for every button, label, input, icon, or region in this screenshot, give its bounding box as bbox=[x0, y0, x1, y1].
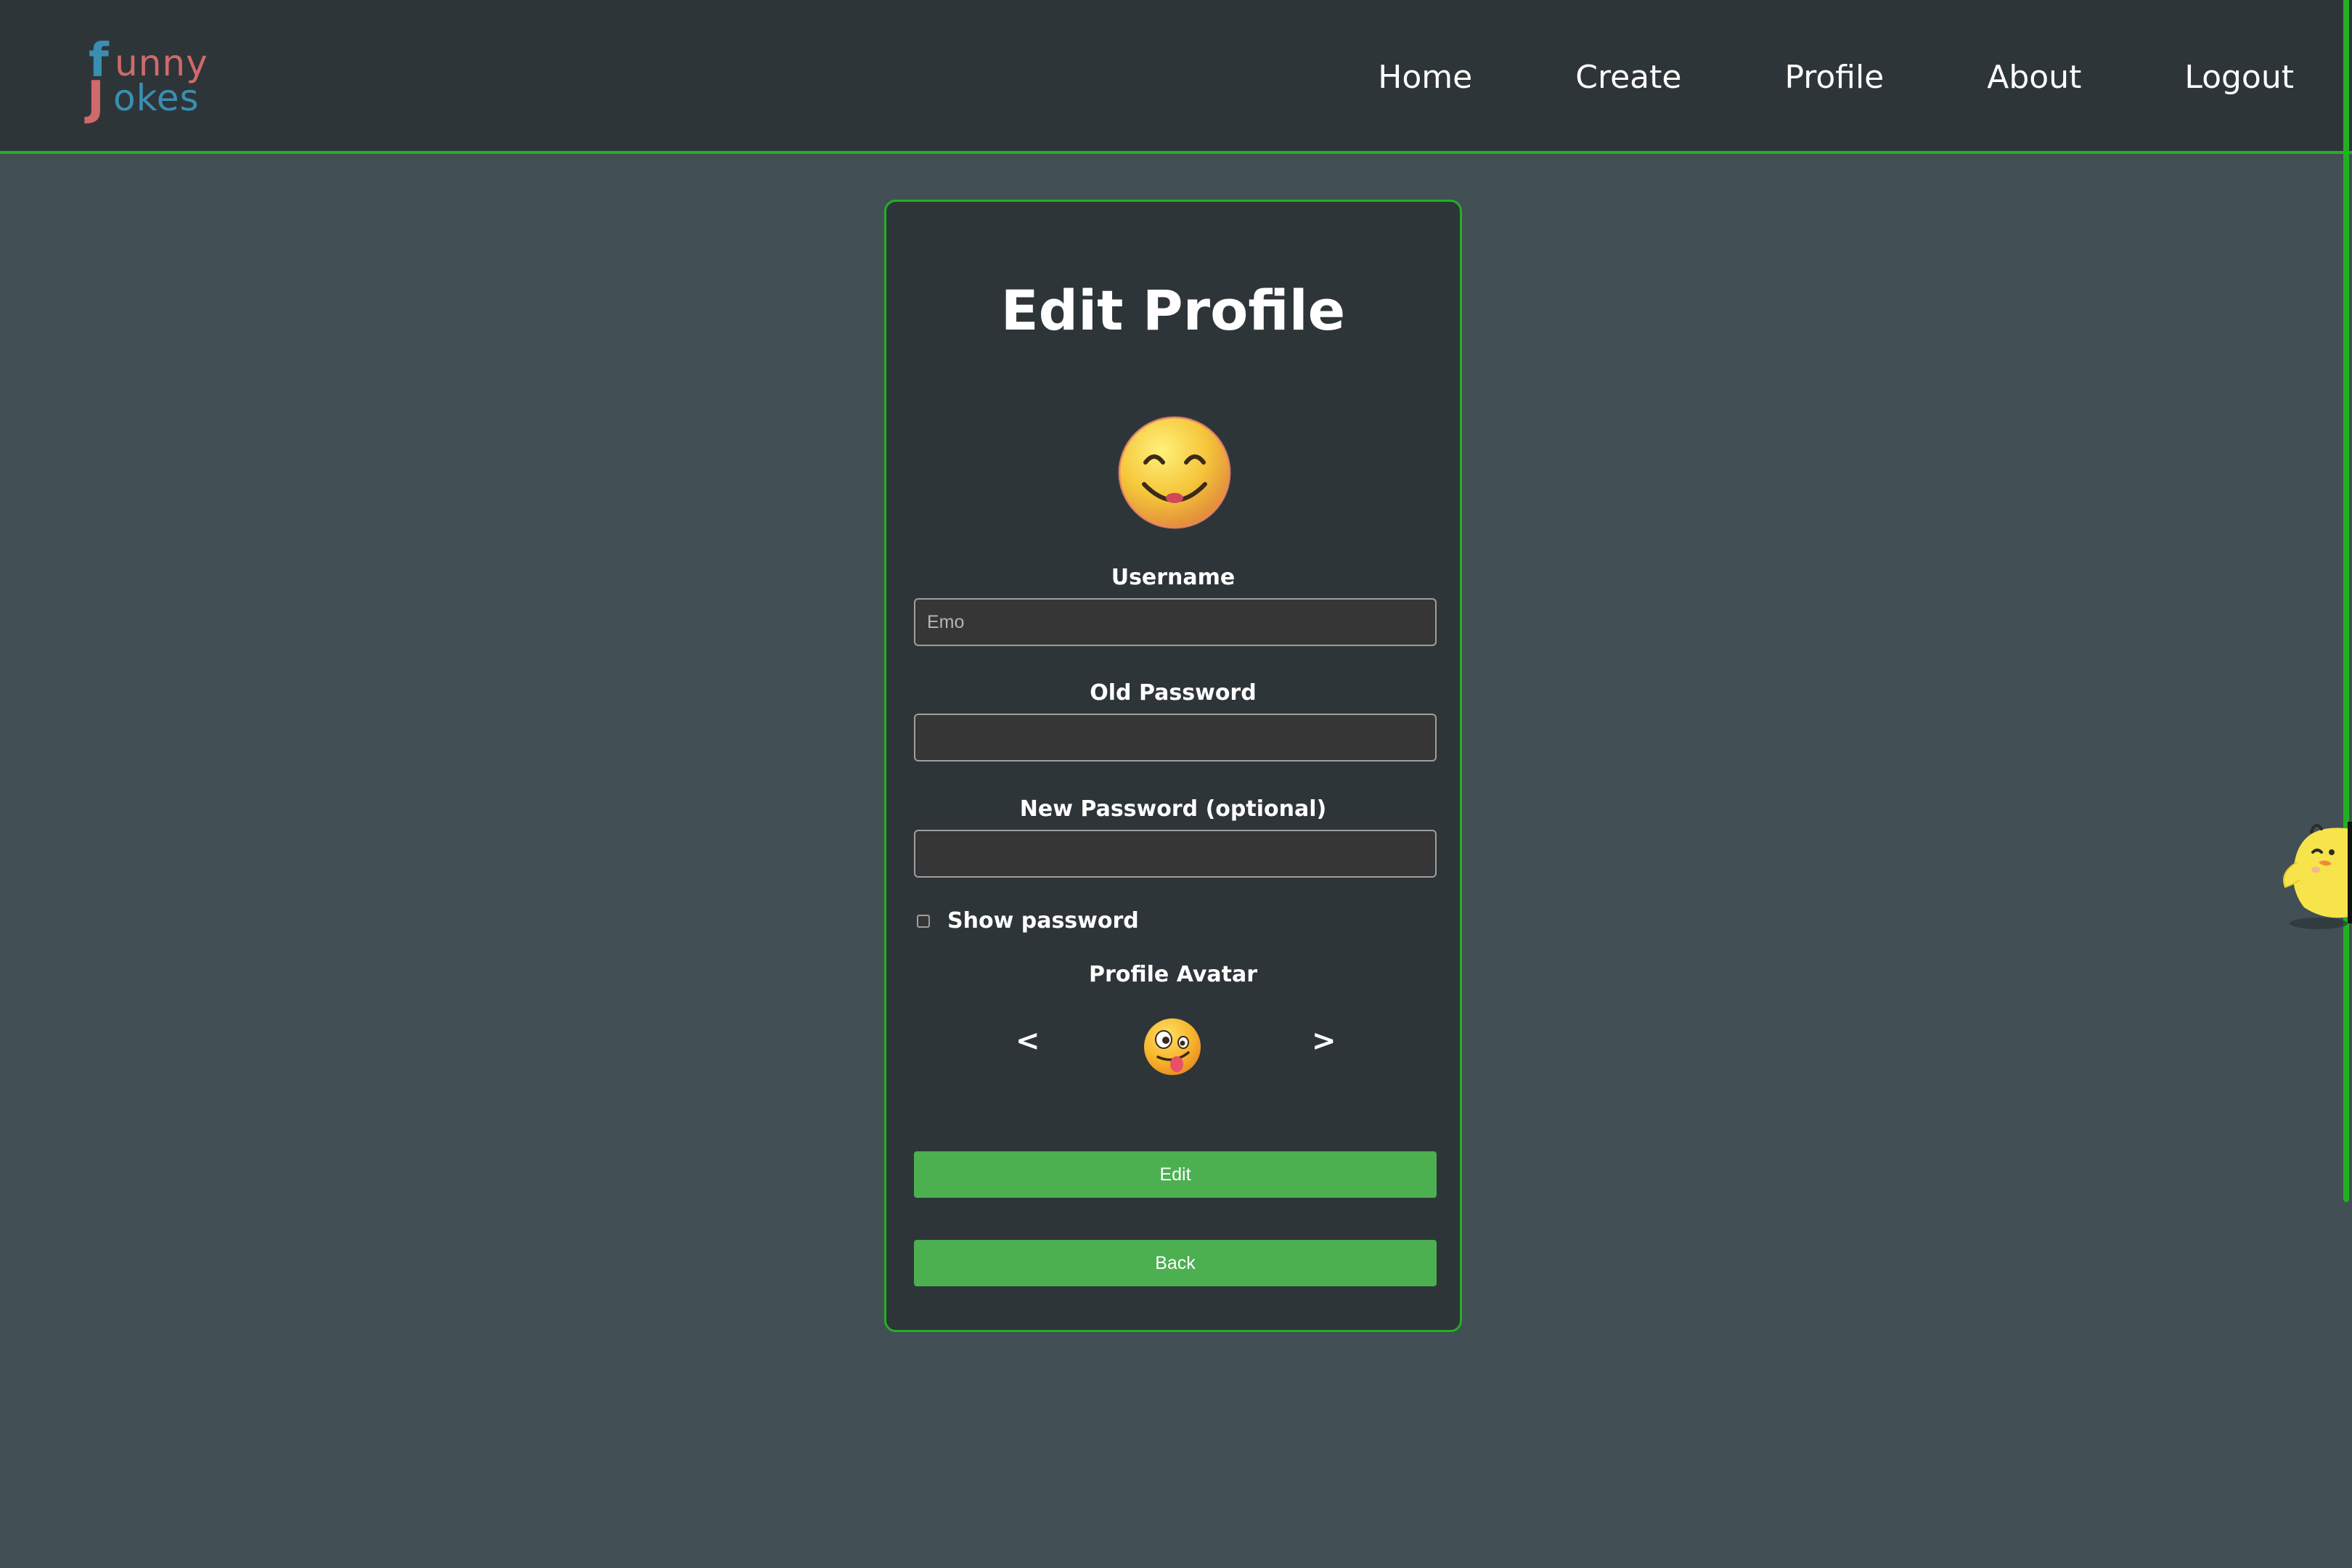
username-label: Username bbox=[1111, 565, 1236, 590]
new-password-input[interactable] bbox=[914, 830, 1437, 878]
nav-create-link[interactable]: Create bbox=[1575, 59, 1681, 96]
show-password-checkbox[interactable] bbox=[917, 915, 930, 928]
show-password-label: Show password bbox=[947, 908, 1139, 934]
nav-home-link[interactable]: Home bbox=[1378, 59, 1472, 96]
username-input[interactable] bbox=[914, 598, 1437, 646]
nav-links: Home Create Profile About Logout bbox=[1378, 0, 2294, 154]
nav-logout-link[interactable]: Logout bbox=[2184, 59, 2294, 96]
peeking-chick-mascot-icon bbox=[2283, 822, 2352, 929]
new-password-label: New Password (optional) bbox=[1019, 796, 1327, 822]
current-avatar-smiling-face-icon bbox=[1118, 416, 1231, 529]
old-password-input[interactable] bbox=[914, 714, 1437, 761]
page-title: Edit Profile bbox=[1000, 278, 1346, 343]
back-button[interactable]: Back bbox=[914, 1240, 1437, 1286]
previous-avatar-button[interactable]: < bbox=[1016, 1026, 1040, 1055]
edit-button[interactable]: Edit bbox=[914, 1151, 1437, 1198]
nav-about-link[interactable]: About bbox=[1987, 59, 2081, 96]
logo-letter-j: J bbox=[87, 72, 105, 126]
old-password-label: Old Password bbox=[1090, 680, 1257, 706]
edit-profile-card: Edit Profile Username Old Password New P… bbox=[884, 200, 1462, 1332]
show-password-row: Show password bbox=[917, 910, 1139, 932]
logo-text-okes: okes bbox=[113, 77, 200, 119]
scrollbar-accent[interactable] bbox=[2343, 0, 2349, 1202]
logo-text-unny: unny bbox=[115, 42, 208, 84]
funny-jokes-logo[interactable]: f unny J okes bbox=[81, 35, 212, 126]
nav-profile-link[interactable]: Profile bbox=[1784, 59, 1884, 96]
profile-avatar-label: Profile Avatar bbox=[1088, 962, 1258, 987]
next-avatar-button[interactable]: > bbox=[1312, 1026, 1336, 1055]
top-navbar: f unny J okes Home Create Profile About … bbox=[0, 0, 2352, 154]
avatar-choice-zany-face-icon[interactable] bbox=[1142, 1016, 1203, 1077]
